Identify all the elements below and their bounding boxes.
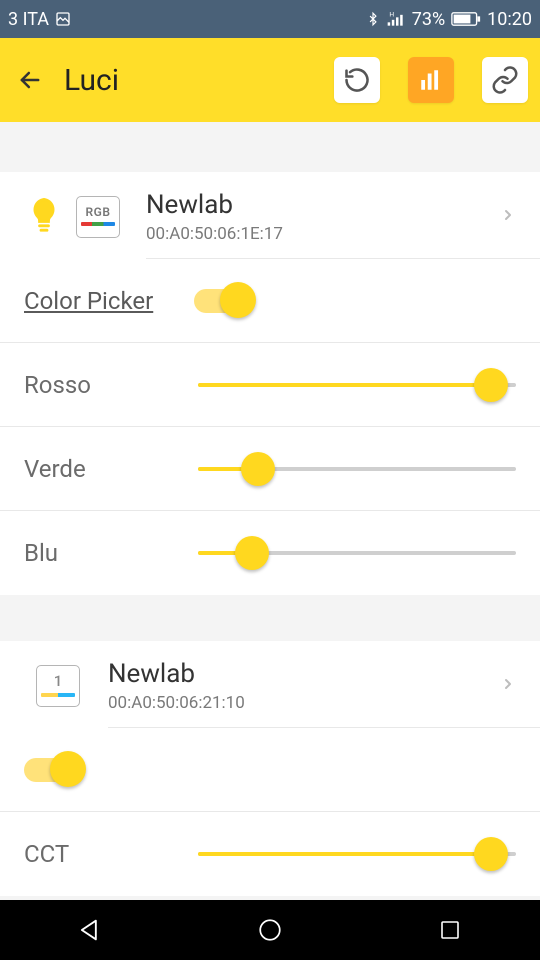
color-picker-toggle[interactable] [194, 289, 248, 313]
slider-cct[interactable] [198, 852, 516, 856]
status-bar: 3 ITA H 73% [0, 0, 540, 38]
device-name: Newlab [146, 190, 500, 220]
carrier-label: 3 ITA [8, 9, 49, 30]
slider-label-verde: Verde [24, 455, 194, 483]
device-card-rgb: RGB Newlab 00:A0:50:06:1E:17 Color Picke… [0, 172, 540, 595]
device-header-rgb[interactable]: RGB Newlab 00:A0:50:06:1E:17 [0, 172, 540, 258]
page-title: Luci [64, 63, 119, 98]
cct-badge: 1 [36, 665, 80, 707]
app-bar: Luci [0, 38, 540, 122]
signal-icon: H [386, 10, 406, 28]
device-info: Newlab 00:A0:50:06:21:10 [108, 659, 500, 713]
nav-back-button[interactable] [20, 906, 160, 954]
rgb-badge-label: RGB [86, 205, 111, 219]
battery-pct: 73% [412, 9, 445, 30]
device-header-cct[interactable]: 1 Newlab 00:A0:50:06:21:10 [0, 641, 540, 727]
slider-blu[interactable] [198, 551, 516, 555]
color-picker-row: Color Picker [0, 259, 540, 343]
screenshot-icon [55, 11, 71, 27]
nav-recents-button[interactable] [380, 906, 520, 954]
slider-row-verde: Verde [0, 427, 540, 511]
content-scroll[interactable]: RGB Newlab 00:A0:50:06:1E:17 Color Picke… [0, 122, 540, 900]
refresh-button[interactable] [334, 57, 380, 103]
cct-strip-icon [41, 693, 75, 697]
battery-icon [451, 11, 481, 27]
slider-verde[interactable] [198, 467, 516, 471]
device-mac: 00:A0:50:06:21:10 [108, 693, 500, 713]
link-button[interactable] [482, 57, 528, 103]
status-left: 3 ITA [8, 9, 71, 30]
bluetooth-icon [366, 9, 380, 29]
action-buttons [334, 57, 528, 103]
cct-badge-num: 1 [54, 672, 63, 690]
rgb-strip-icon [81, 222, 115, 226]
system-nav-bar [0, 900, 540, 960]
status-right: H 73% 10:20 [366, 9, 532, 30]
section-gap [0, 122, 540, 172]
toggle-knob [220, 282, 256, 318]
device-card-cct: 1 Newlab 00:A0:50:06:21:10 CCT [0, 641, 540, 896]
section-gap [0, 595, 540, 641]
slider-label-rosso: Rosso [24, 371, 194, 399]
bulb-icon [26, 195, 62, 239]
toggle-knob [50, 751, 86, 787]
color-picker-link[interactable]: Color Picker [24, 287, 194, 315]
equalizer-button[interactable] [408, 57, 454, 103]
rgb-badge: RGB [76, 196, 120, 238]
clock: 10:20 [487, 9, 532, 30]
slider-row-rosso: Rosso [0, 343, 540, 427]
power-toggle[interactable] [24, 758, 78, 782]
chevron-right-icon[interactable] [500, 203, 516, 231]
slider-row-cct: CCT [0, 812, 540, 896]
device-icons: 1 [36, 665, 108, 707]
slider-row-blu: Blu [0, 511, 540, 595]
device-mac: 00:A0:50:06:1E:17 [146, 224, 500, 244]
power-toggle-row [0, 728, 540, 812]
back-button[interactable] [12, 62, 48, 98]
device-name: Newlab [108, 659, 500, 689]
slider-rosso[interactable] [198, 383, 516, 387]
slider-label-cct: CCT [24, 840, 194, 868]
device-icons: RGB [26, 195, 146, 239]
chevron-right-icon[interactable] [500, 672, 516, 700]
nav-home-button[interactable] [200, 906, 340, 954]
svg-text:H: H [389, 11, 394, 19]
device-info: Newlab 00:A0:50:06:1E:17 [146, 190, 500, 244]
slider-label-blu: Blu [24, 539, 194, 567]
